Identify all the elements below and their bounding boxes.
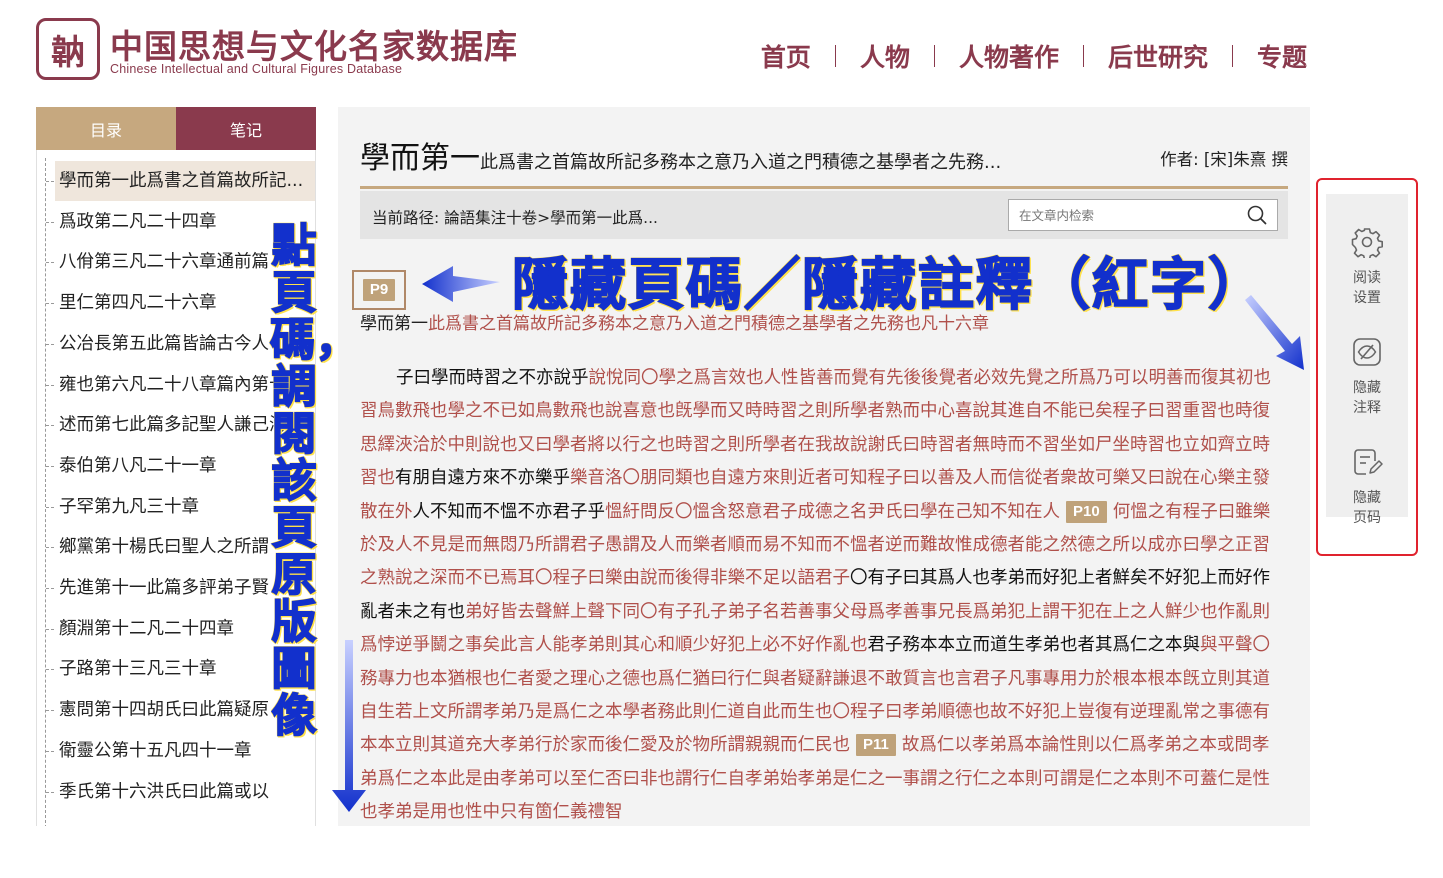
reading-toolbar: 阅读 设置 隐藏 注释 隐藏 页码 [1326, 194, 1408, 526]
toc-tree-branch [46, 628, 54, 630]
tool-label-line: 页码 [1353, 510, 1381, 526]
tool-label-line: 阅读 [1353, 270, 1381, 286]
page-badge-p9[interactable]: P9 [362, 279, 396, 301]
gear-icon [1351, 228, 1383, 258]
toc-tree-branch [46, 181, 54, 182]
author-label: 作者: [宋]朱熹 撰 [1160, 150, 1288, 169]
search-box [1008, 199, 1278, 231]
annotation-vertical-caption: 點頁碼，調閱該頁原版圖像 [269, 219, 361, 742]
chapter-title-sub: 此爲書之首篇故所記多務本之意乃入道之門積德之基學者之先務... [480, 152, 1002, 173]
breadcrumb[interactable]: 当前路径: 論語集注十卷>學而第一此爲... [372, 206, 658, 228]
toc-tree-branch [46, 262, 54, 264]
toc-tree-branch [46, 791, 54, 793]
logo-seal[interactable]: 䪏 [36, 18, 100, 80]
classic-text: 君子務本本立而道生孝弟也者其爲仁之本與 [867, 635, 1201, 656]
hide-annotations-label: 隐藏 注释 [1326, 378, 1408, 418]
toc-tree-branch [46, 465, 54, 467]
edit-doc-icon [1354, 449, 1383, 475]
chapter-title: 學而第一此爲書之首篇故所記多務本之意乃入道之門積德之基學者之先務... [360, 133, 1001, 177]
toc-tree-branch [46, 588, 54, 589]
hide-annotations-button[interactable]: 隐藏 注释 [1326, 314, 1408, 416]
intro-text: 學而第一 [360, 314, 428, 334]
nav-research[interactable]: 后世研究 [1084, 38, 1232, 74]
toc-tree-branch [46, 221, 54, 223]
reading-settings-button[interactable]: 阅读 设置 [1326, 204, 1408, 306]
toc-tree-branch [46, 425, 54, 427]
main-nav: 首页 人物 人物著作 后世研究 专题 [737, 38, 1307, 74]
toc-tree-branch [46, 303, 54, 305]
toolbar-highlight-frame: 阅读 设置 隐藏 注释 隐藏 页码 [1316, 178, 1418, 556]
toc-tree-branch [46, 547, 54, 549]
reader-panel: 學而第一此爲書之首篇故所記多務本之意乃入道之門積德之基學者之先務... 作者: … [338, 107, 1310, 826]
nav-topics[interactable]: 专题 [1233, 38, 1307, 74]
toc-tree-branch [46, 710, 54, 712]
hide-page-numbers-label: 隐藏 页码 [1326, 488, 1408, 528]
text-body: 子曰學而時習之不亦說乎說悅同〇學之爲言效也人性皆善而覺有先後後覺者必效先覺之所爲… [360, 362, 1284, 826]
tab-toc[interactable]: 目录 [36, 107, 176, 150]
tool-label-line: 隐藏 [1353, 380, 1381, 396]
search-input[interactable] [1009, 200, 1239, 230]
toc-tree-branch [46, 506, 54, 508]
logo-subtitle: Chinese Intellectual and Cultural Figure… [110, 62, 403, 76]
toc-tree-branch [46, 384, 54, 386]
page-badge-highlight: P9 [352, 270, 406, 310]
toc-tree-branch [46, 343, 54, 345]
tab-notes[interactable]: 笔记 [176, 107, 316, 150]
classic-text: 有朋自遠方來不亦樂乎 [395, 468, 570, 489]
toc-tree-branch [46, 750, 54, 752]
search-icon[interactable] [1247, 205, 1267, 225]
tool-label-line: 注释 [1353, 400, 1381, 416]
logo-title[interactable]: 中国思想与文化名家数据库 [110, 20, 518, 68]
eye-slash-icon [1353, 338, 1381, 366]
toc-item[interactable]: 季氏第十六洪氏曰此篇或以 [55, 772, 315, 812]
tool-label-line: 设置 [1353, 290, 1381, 306]
page-badge-p11[interactable]: P11 [856, 734, 896, 757]
chapter-title-main: 學而第一 [360, 141, 480, 176]
breadcrumb-bar: 当前路径: 論語集注十卷>學而第一此爲... [360, 191, 1288, 239]
hide-page-numbers-button[interactable]: 隐藏 页码 [1326, 424, 1408, 526]
toc-tree-branch [46, 669, 54, 671]
classic-text: 子曰學而時習之不亦說乎 [396, 368, 589, 388]
toc-item[interactable]: 學而第一此爲書之首篇故所記... [55, 161, 315, 201]
classic-text: 人不知而不慍不亦君子乎 [412, 501, 606, 522]
tool-label-line: 隐藏 [1353, 490, 1381, 506]
page-badge-p10[interactable]: P10 [1066, 500, 1107, 523]
annotation-top-caption: 隱藏頁碼／隱藏註釋（紅字） [511, 251, 1266, 319]
reading-settings-label: 阅读 设置 [1326, 268, 1408, 308]
toc-tree-line [45, 158, 46, 826]
nav-figures[interactable]: 人物 [836, 38, 934, 74]
nav-works[interactable]: 人物著作 [935, 38, 1083, 74]
commentary-text: 慍紆問反〇慍含怒意君子成德之名尹氏曰學在己知不知在人 [605, 501, 1060, 522]
title-divider [360, 186, 1288, 189]
nav-home[interactable]: 首页 [737, 38, 835, 74]
left-tabs: 目录 笔记 [36, 107, 316, 150]
